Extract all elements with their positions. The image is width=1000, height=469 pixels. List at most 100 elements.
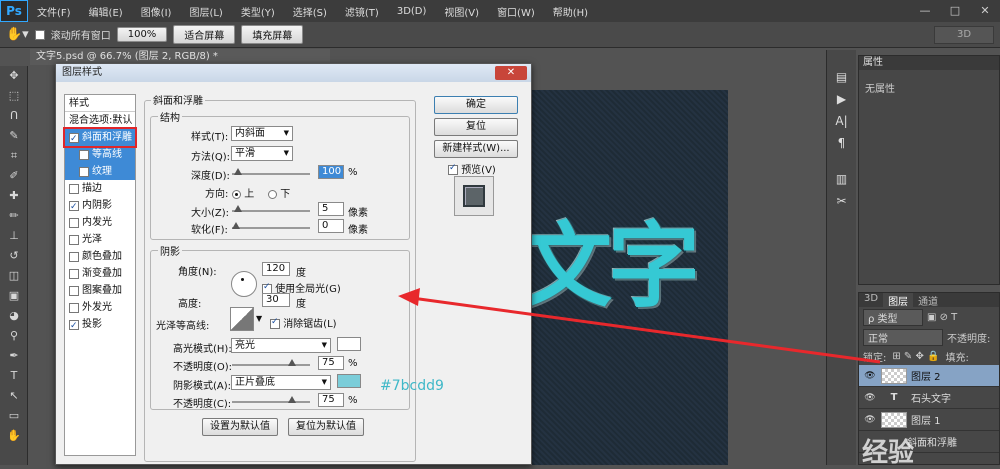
angle-input[interactable]: 120 [262, 262, 290, 276]
style-item-stroke[interactable]: 描边 [65, 180, 135, 197]
menu-window[interactable]: 窗口(W) [488, 4, 544, 19]
shadow-opacity-input[interactable]: 75 [318, 393, 344, 407]
style-item-satin[interactable]: 光泽 [65, 231, 135, 248]
style-item-drop-shadow[interactable]: 投影 [65, 316, 135, 335]
type-tool-icon[interactable]: T [0, 366, 28, 386]
style-checkbox[interactable] [69, 285, 79, 296]
anti-alias-checkbox[interactable] [270, 317, 280, 329]
menu-edit[interactable]: 编辑(E) [80, 4, 132, 19]
pen-tool-icon[interactable]: ✒ [0, 346, 28, 366]
style-item-color-overlay[interactable]: 颜色叠加 [65, 248, 135, 265]
bevel-style-select[interactable]: 内斜面 [231, 126, 293, 141]
direction-up[interactable]: 上 [232, 185, 254, 200]
gloss-contour-picker[interactable] [230, 307, 254, 331]
style-checkbox[interactable] [69, 251, 79, 262]
highlight-opacity-slider[interactable] [232, 359, 310, 366]
play-icon[interactable]: ▶ [827, 88, 856, 110]
clone-source-icon[interactable]: ✂ [827, 190, 856, 212]
style-item-inner-shadow[interactable]: 内阴影 [65, 197, 135, 216]
soften-slider[interactable] [232, 222, 310, 229]
menu-3d[interactable]: 3D(D) [388, 6, 436, 17]
dialog-close-button[interactable]: ✕ [495, 66, 527, 80]
lasso-tool-icon[interactable]: ᑎ [0, 106, 28, 126]
crop-tool-icon[interactable]: ⌗ [0, 146, 28, 166]
layer-row[interactable]: 👁 图层 1 [859, 409, 999, 431]
menu-file[interactable]: 文件(F) [28, 4, 80, 19]
soften-input[interactable]: 0 [318, 219, 344, 233]
style-item-contour[interactable]: 等高线 [65, 146, 135, 163]
lock-icons[interactable]: ⊞ ✎ ✥ 🔒 [892, 351, 939, 362]
eraser-tool-icon[interactable]: ◫ [0, 266, 28, 286]
style-item-bevel[interactable]: 斜面和浮雕 [63, 127, 137, 148]
direction-down[interactable]: 下 [268, 185, 290, 200]
maximize-button[interactable]: □ [940, 0, 970, 22]
eye-icon[interactable]: 👁 [859, 415, 881, 425]
blend-options-item[interactable]: 混合选项:默认 [65, 112, 135, 129]
preview-checkbox[interactable] [448, 163, 458, 175]
highlight-mode-select[interactable]: 亮光 [231, 338, 331, 353]
shape-tool-icon[interactable]: ▭ [0, 406, 28, 426]
texture-checkbox[interactable] [79, 166, 89, 177]
angle-dial[interactable] [231, 271, 257, 297]
menu-filter[interactable]: 滤镜(T) [336, 4, 388, 19]
quick-select-tool-icon[interactable]: ✎ [0, 126, 28, 146]
close-window-button[interactable]: ✕ [970, 0, 1000, 22]
technique-select[interactable]: 平滑 [231, 146, 293, 161]
size-slider[interactable] [232, 205, 310, 212]
scroll-all-checkbox[interactable] [34, 29, 45, 40]
history-icon[interactable]: ▤ [827, 66, 856, 88]
reset-button[interactable]: 复位 [434, 118, 518, 136]
history-brush-icon[interactable]: ↺ [0, 246, 28, 266]
minimize-button[interactable]: — [910, 0, 940, 22]
ok-button[interactable]: 确定 [434, 96, 518, 114]
highlight-color-swatch[interactable] [337, 337, 361, 351]
dialog-titlebar[interactable]: 图层样式 ✕ [56, 64, 531, 82]
brush-tool-icon[interactable]: ✏ [0, 206, 28, 226]
fit-screen-button[interactable]: 适合屏幕 [173, 25, 236, 44]
style-item-texture[interactable]: 纹理 [65, 163, 135, 180]
character-icon[interactable]: A| [827, 110, 856, 132]
size-input[interactable]: 5 [318, 202, 344, 216]
blend-mode-select[interactable]: 正常 [863, 328, 943, 346]
menu-image[interactable]: 图像(I) [132, 4, 181, 19]
eyedropper-tool-icon[interactable]: ✐ [0, 166, 28, 186]
style-checkbox[interactable] [69, 217, 79, 228]
menu-view[interactable]: 视图(V) [435, 4, 488, 19]
anti-alias[interactable]: 消除锯齿(L) [270, 315, 337, 330]
style-item-outer-glow[interactable]: 外发光 [65, 299, 135, 316]
menu-help[interactable]: 帮助(H) [544, 4, 597, 19]
style-item-gradient-overlay[interactable]: 渐变叠加 [65, 265, 135, 282]
mode-3d-button[interactable]: 3D [934, 25, 994, 44]
highlight-opacity-input[interactable]: 75 [318, 356, 344, 370]
eye-icon[interactable]: 👁 [859, 393, 881, 403]
radio-down[interactable] [268, 189, 277, 199]
shadow-opacity-slider[interactable] [232, 396, 310, 403]
dodge-tool-icon[interactable]: ⚲ [0, 326, 28, 346]
zoom-100-button[interactable]: 100% [116, 27, 168, 42]
shadow-mode-select[interactable]: 正片叠底 [231, 375, 331, 390]
preview-option[interactable]: 预览(V) [448, 161, 496, 176]
style-checkbox[interactable] [69, 234, 79, 245]
shadow-color-swatch[interactable] [337, 374, 361, 388]
tab-channels[interactable]: 通道 [913, 293, 943, 308]
altitude-input[interactable]: 30 [262, 293, 290, 307]
eye-icon[interactable]: 👁 [859, 371, 881, 381]
healing-tool-icon[interactable]: ✚ [0, 186, 28, 206]
filter-icons[interactable]: ▣ ⊘ T [927, 312, 957, 323]
menu-type[interactable]: 类型(Y) [232, 4, 284, 19]
hand-tool-icon[interactable]: ✋▾ [6, 27, 29, 42]
marquee-tool-icon[interactable]: ⬚ [0, 86, 28, 106]
contour-dropdown-icon[interactable]: ▼ [256, 314, 262, 323]
paragraph-icon[interactable]: ¶ [827, 132, 856, 154]
fill-screen-button[interactable]: 填充屏幕 [241, 25, 304, 44]
layer-row[interactable]: 👁 T 石头文字 [859, 387, 999, 409]
style-checkbox[interactable] [69, 268, 79, 279]
tab-layers[interactable]: 图层 [883, 293, 914, 308]
style-checkbox[interactable] [69, 302, 79, 313]
stamp-tool-icon[interactable]: ⊥ [0, 226, 28, 246]
radio-up[interactable] [232, 189, 241, 199]
style-item-pattern-overlay[interactable]: 图案叠加 [65, 282, 135, 299]
layer-filter-select[interactable]: ρ 类型 [863, 308, 923, 326]
make-default-button[interactable]: 设置为默认值 [202, 418, 278, 436]
style-checkbox[interactable] [69, 199, 79, 216]
